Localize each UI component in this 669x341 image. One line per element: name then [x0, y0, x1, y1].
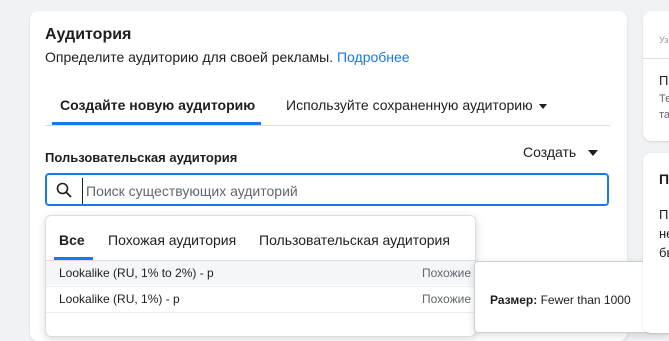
- tab-use-saved-label: Используйте сохраненную аудиторию: [286, 97, 533, 113]
- audience-search-input[interactable]: [82, 178, 603, 204]
- size-label: Размер:: [490, 293, 538, 307]
- audience-size-tooltip: Размер: Fewer than 1000: [474, 261, 669, 333]
- dropdown-tab-all[interactable]: Все: [59, 232, 85, 248]
- audience-type: Похожие: [422, 292, 471, 306]
- tab-use-saved-audience[interactable]: Используйте сохраненную аудиторию: [286, 97, 547, 113]
- audience-subtitle-text: Определите аудиторию для своей рекламы.: [45, 49, 334, 65]
- audience-title: Аудитория: [45, 26, 132, 43]
- audience-dropdown: Все Похожая аудитория Пользовательская а…: [45, 215, 476, 337]
- right-estimate-panel: П П не бы: [643, 153, 669, 333]
- search-icon: [56, 182, 72, 198]
- right-summary-panel: Уз П Те та: [643, 11, 669, 141]
- create-button-label: Создать: [523, 144, 577, 160]
- right-panel-text: не: [659, 226, 669, 241]
- right-panel-text: П: [659, 73, 669, 88]
- right-panel-text: бы: [659, 245, 669, 260]
- right-panel-text: Уз: [659, 35, 669, 45]
- audience-name: Lookalike (RU, 1% to 2%) - p: [59, 266, 214, 280]
- right-panel-text: та: [659, 109, 669, 121]
- audience-subtitle: Определите аудиторию для своей рекламы. …: [45, 49, 410, 65]
- audience-list-item[interactable]: Lookalike (RU, 1% to 2%) - p Похожие: [46, 261, 475, 285]
- audience-list-item[interactable]: Lookalike (RU, 1%) - p Похожие: [46, 287, 475, 311]
- dropdown-tab-lookalike[interactable]: Похожая аудитория: [108, 232, 236, 248]
- caret-down-icon: [538, 103, 547, 109]
- dropdown-tab-custom[interactable]: Пользовательская аудитория: [259, 232, 450, 248]
- tab-create-new-audience[interactable]: Создайте новую аудиторию: [60, 97, 255, 113]
- size-value: Fewer than 1000: [540, 293, 631, 307]
- right-panel-heading: П: [659, 171, 669, 187]
- right-panel-text: Те: [659, 93, 669, 105]
- row-divider: [46, 312, 475, 313]
- audience-size: Размер: Fewer than 1000: [490, 293, 631, 307]
- audience-search-box[interactable]: [45, 173, 609, 206]
- learn-more-link[interactable]: Подробнее: [337, 49, 410, 65]
- caret-down-icon: [588, 150, 599, 157]
- audience-type: Похожие: [422, 266, 471, 280]
- audience-name: Lookalike (RU, 1%) - p: [59, 292, 180, 306]
- custom-audience-label: Пользовательская аудитория: [45, 150, 238, 165]
- right-panel-text: П: [659, 207, 669, 222]
- right-panel-divider: [643, 58, 669, 59]
- create-audience-button[interactable]: Создать: [523, 144, 599, 160]
- tabs-divider: [45, 125, 610, 126]
